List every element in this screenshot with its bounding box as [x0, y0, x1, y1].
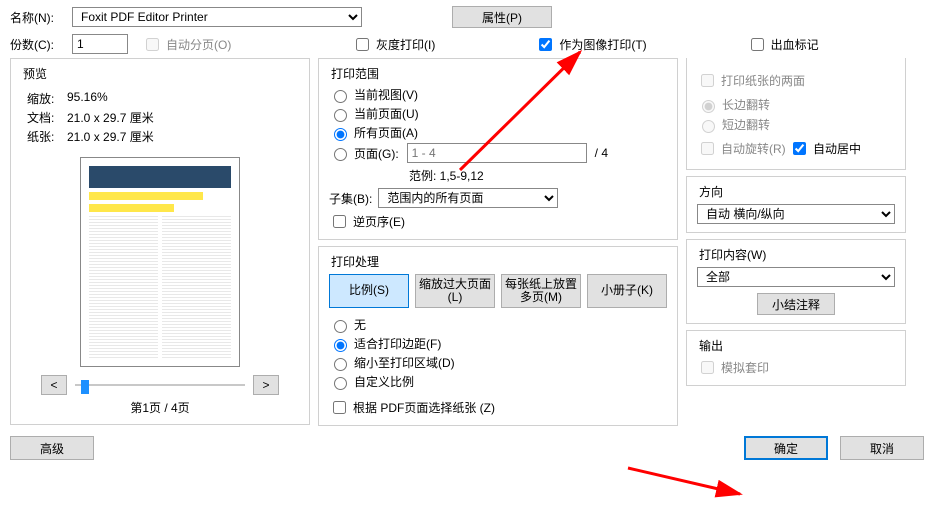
copies-input[interactable]: [72, 34, 128, 54]
flip-short-radio: [702, 120, 715, 133]
scale-fit-radio[interactable]: [334, 339, 347, 352]
doc-value: 21.0 x 29.7 厘米: [67, 109, 293, 126]
auto-center-label: 自动居中: [813, 140, 861, 157]
auto-center-checkbox[interactable]: [793, 142, 806, 155]
print-handling-title: 打印处理: [329, 253, 667, 270]
current-page-radio[interactable]: [334, 109, 347, 122]
preview-prev-button[interactable]: <: [41, 375, 67, 395]
scale-shrink-label: 缩小至打印区域(D): [354, 354, 455, 371]
bleed-marks-label: 出血标记: [771, 36, 819, 53]
copies-label: 份数(C):: [10, 36, 62, 53]
handling-booklet-button[interactable]: 小册子(K): [587, 274, 667, 308]
orientation-select[interactable]: 自动 横向/纵向: [697, 204, 895, 224]
annotation-arrow-2: [620, 460, 760, 510]
handling-multiple-button[interactable]: 每张纸上放置多页(M): [501, 274, 581, 308]
preview-page-indicator: 第1页 / 4页: [21, 399, 299, 416]
all-pages-radio[interactable]: [334, 128, 347, 141]
printer-name-label: 名称(N):: [10, 9, 62, 26]
simulate-overprint-label: 模拟套印: [721, 359, 769, 376]
subset-select[interactable]: 范围内的所有页面: [378, 188, 558, 208]
both-sides-label: 打印纸张的两面: [721, 72, 805, 89]
preview-next-button[interactable]: >: [253, 375, 279, 395]
current-page-label: 当前页面(U): [354, 105, 419, 122]
zoom-label: 缩放:: [27, 90, 67, 107]
paper-value: 21.0 x 29.7 厘米: [67, 128, 293, 145]
grayscale-checkbox[interactable]: [356, 38, 369, 51]
printer-select[interactable]: Foxit PDF Editor Printer: [72, 7, 362, 27]
print-handling-group: 打印处理 比例(S) 缩放过大页面(L) 每张纸上放置多页(M) 小册子(K) …: [318, 246, 678, 426]
flip-short-label: 短边翻转: [722, 116, 770, 133]
orientation-title: 方向: [697, 183, 895, 200]
zoom-value: 95.16%: [67, 90, 293, 107]
cancel-button[interactable]: 取消: [840, 436, 924, 460]
preview-thumbnail: [80, 157, 240, 367]
preview-group: 预览 缩放: 95.16% 文档: 21.0 x 29.7 厘米 纸张: 21.…: [10, 58, 310, 425]
output-title: 输出: [697, 337, 895, 354]
advanced-button[interactable]: 高级: [10, 436, 94, 460]
flip-long-radio: [702, 100, 715, 113]
pages-radio[interactable]: [334, 148, 347, 161]
print-range-title: 打印范围: [329, 65, 667, 82]
collate-label: 自动分页(O): [166, 36, 231, 53]
preview-title: 预览: [21, 65, 299, 82]
handling-tile-button[interactable]: 缩放过大页面(L): [415, 274, 495, 308]
handling-scale-button[interactable]: 比例(S): [329, 274, 409, 308]
scale-none-label: 无: [354, 316, 366, 333]
print-range-group: 打印范围 当前视图(V) 当前页面(U) 所有页面(A) 页面(G): / 4 …: [318, 58, 678, 240]
scale-none-radio[interactable]: [334, 320, 347, 333]
choose-paper-label: 根据 PDF页面选择纸张 (Z): [353, 399, 495, 416]
subset-label: 子集(B):: [329, 190, 372, 207]
reverse-order-checkbox[interactable]: [333, 215, 346, 228]
current-view-radio[interactable]: [334, 90, 347, 103]
all-pages-label: 所有页面(A): [354, 124, 418, 141]
doc-label: 文档:: [27, 109, 67, 126]
paper-group: 打印纸张的两面 长边翻转 短边翻转 自动旋转(R) 自动居中: [686, 58, 906, 170]
pages-input[interactable]: [407, 143, 587, 163]
flip-long-label: 长边翻转: [722, 96, 770, 113]
auto-rotate-checkbox: [701, 142, 714, 155]
simulate-overprint-checkbox: [701, 361, 714, 374]
properties-button[interactable]: 属性(P): [452, 6, 552, 28]
orientation-group: 方向 自动 横向/纵向: [686, 176, 906, 233]
pages-example: 范例: 1,5-9,12: [409, 167, 667, 184]
paper-label: 纸张:: [27, 128, 67, 145]
pages-label: 页面(G):: [354, 145, 399, 162]
choose-paper-checkbox[interactable]: [333, 401, 346, 414]
total-pages-label: / 4: [595, 146, 608, 160]
scale-fit-label: 适合打印边距(F): [354, 335, 441, 352]
both-sides-checkbox: [701, 74, 714, 87]
print-content-title: 打印内容(W): [697, 246, 895, 263]
print-content-group: 打印内容(W) 全部 小结注释: [686, 239, 906, 324]
auto-rotate-label: 自动旋转(R): [721, 140, 786, 157]
preview-slider[interactable]: [75, 378, 245, 392]
print-as-image-label: 作为图像打印(T): [559, 36, 646, 53]
current-view-label: 当前视图(V): [354, 86, 418, 103]
output-group: 输出 模拟套印: [686, 330, 906, 386]
grayscale-label: 灰度打印(I): [376, 36, 435, 53]
reverse-order-label: 逆页序(E): [353, 213, 405, 230]
scale-shrink-radio[interactable]: [334, 358, 347, 371]
scale-custom-radio[interactable]: [334, 377, 347, 390]
ok-button[interactable]: 确定: [744, 436, 828, 460]
print-as-image-checkbox[interactable]: [539, 38, 552, 51]
summarize-comments-button[interactable]: 小结注释: [757, 293, 835, 315]
print-content-select[interactable]: 全部: [697, 267, 895, 287]
scale-custom-label: 自定义比例: [354, 373, 414, 390]
bleed-marks-checkbox[interactable]: [751, 38, 764, 51]
collate-checkbox: [146, 38, 159, 51]
